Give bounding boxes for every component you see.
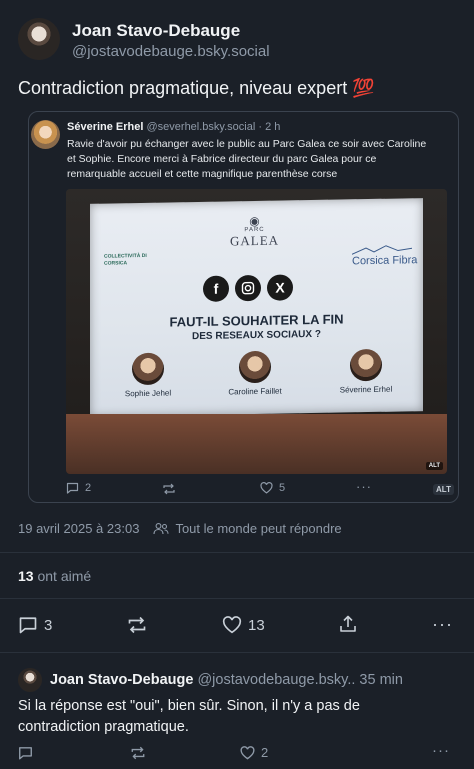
quoted-like-count: 5 [279, 482, 286, 494]
slide-title: FAUT-IL SOUHAITER LA FIN DES RESEAUX SOC… [90, 310, 423, 344]
speaker-photo [132, 352, 164, 386]
quoted-image[interactable]: ◉ PARC GALEA COLLECTIVITÀ DI CORSICA Cor… [66, 189, 447, 474]
post-text-body: Contradiction pragmatique, niveau expert [18, 78, 348, 98]
reply-icon [66, 482, 79, 494]
likes-label: ont aimé [37, 568, 92, 584]
more-icon: ··· [356, 479, 372, 494]
post-divider-1 [0, 552, 474, 553]
author-avatar[interactable] [18, 18, 60, 60]
x-icon: X [267, 274, 293, 301]
reply-reply-button[interactable] [18, 746, 33, 760]
reply-text: Si la réponse est "oui", bien sûr. Sinon… [18, 698, 360, 735]
heart-icon [240, 745, 255, 759]
likes-count: 13 [18, 568, 34, 584]
quoted-repost-button[interactable] [162, 483, 176, 495]
speaker-severine: Séverine Erhel [326, 348, 406, 395]
collectivita-logo: COLLECTIVITÀ DI CORSICA [104, 252, 147, 267]
reply-count: 3 [44, 616, 53, 634]
post-divider-3 [0, 652, 474, 653]
stage-floor [66, 414, 447, 474]
reply-author-handle[interactable]: @jostavodebauge.bsky.. [197, 672, 355, 688]
speaker-name: Séverine Erhel [339, 384, 393, 395]
quoted-reply-button[interactable]: 2 [66, 482, 91, 494]
speaker-photo [239, 350, 271, 384]
speaker-name: Caroline Faillet [228, 386, 282, 397]
reply-setting[interactable]: Tout le monde peut répondre [175, 521, 341, 536]
post-meta: 19 avril 2025 à 23:03 Tout le monde peut… [18, 521, 342, 536]
corsica-fibra-logo: Corsica Fibra [352, 244, 417, 267]
repost-icon [128, 616, 146, 634]
people-icon [153, 523, 169, 535]
speaker-caroline: Caroline Faillet [218, 350, 292, 396]
quoted-text: Ravie d'avoir pu échanger avec le public… [67, 138, 427, 180]
instagram-icon [235, 274, 261, 302]
share-button[interactable] [338, 614, 358, 634]
quoted-header: Séverine Erhel @severhel.bsky.social · 2… [67, 121, 280, 133]
reply-more-button[interactable]: ··· [432, 742, 450, 759]
reply-author-name[interactable]: Joan Stavo-Debauge [50, 672, 193, 688]
social-icons: f X [203, 274, 293, 302]
author-handle[interactable]: @jostavodebauge.bsky.social [72, 43, 270, 60]
more-icon: ··· [432, 614, 453, 634]
like-count: 13 [248, 616, 265, 634]
reply-icon [19, 747, 32, 760]
post-text: Contradiction pragmatique, niveau expert… [18, 78, 375, 99]
reply-author-avatar[interactable] [18, 668, 42, 692]
quoted-author-handle[interactable]: @severhel.bsky.social [147, 121, 256, 133]
like-button[interactable]: 13 [222, 616, 265, 634]
parc-galea-logo: ◉ PARC GALEA [230, 213, 280, 250]
reply-like-button[interactable]: 2 [240, 745, 268, 760]
heart-icon [260, 482, 273, 494]
speaker-sophie: Sophie Jehel [118, 352, 178, 398]
more-button[interactable]: ··· [432, 614, 453, 635]
facebook-icon: f [203, 275, 229, 302]
reply-repost-button[interactable] [130, 746, 146, 760]
quoted-time: · 2 h [258, 121, 281, 133]
reply-time: 35 min [359, 672, 403, 688]
speaker-photo [350, 348, 382, 382]
projector-screen: ◉ PARC GALEA COLLECTIVITÀ DI CORSICA Cor… [90, 198, 423, 417]
repost-button[interactable] [126, 616, 148, 634]
share-icon [340, 615, 356, 632]
post-date: 19 avril 2025 à 23:03 [18, 521, 140, 536]
quoted-alt-badge[interactable]: ALT [433, 484, 454, 495]
image-alt-badge[interactable]: ALT [425, 462, 443, 470]
repost-icon [131, 746, 145, 760]
reply-like-count: 2 [261, 745, 269, 760]
quoted-like-button[interactable]: 5 [260, 482, 285, 494]
reply-icon [19, 617, 37, 634]
quoted-author-name[interactable]: Séverine Erhel [67, 121, 143, 133]
repost-icon [163, 483, 175, 495]
quoted-author-avatar[interactable] [31, 120, 60, 149]
heart-icon [222, 616, 242, 634]
likes-summary[interactable]: 13 ont aimé [18, 568, 91, 584]
speaker-name: Sophie Jehel [124, 388, 172, 399]
author-name[interactable]: Joan Stavo-Debauge [72, 21, 240, 41]
reply-button[interactable]: 3 [18, 616, 52, 634]
hundred-emoji: 💯 [352, 78, 375, 98]
eye-icon: ◉ [249, 213, 260, 229]
sponsor-name: Corsica Fibra [352, 254, 418, 268]
reply-header: Joan Stavo-Debauge @jostavodebauge.bsky.… [50, 672, 403, 688]
quoted-reply-count: 2 [85, 482, 92, 494]
more-icon: ··· [432, 742, 450, 759]
quoted-more-button[interactable]: ··· [356, 479, 372, 494]
logo-name: GALEA [230, 232, 280, 249]
post-divider-2 [0, 598, 474, 599]
